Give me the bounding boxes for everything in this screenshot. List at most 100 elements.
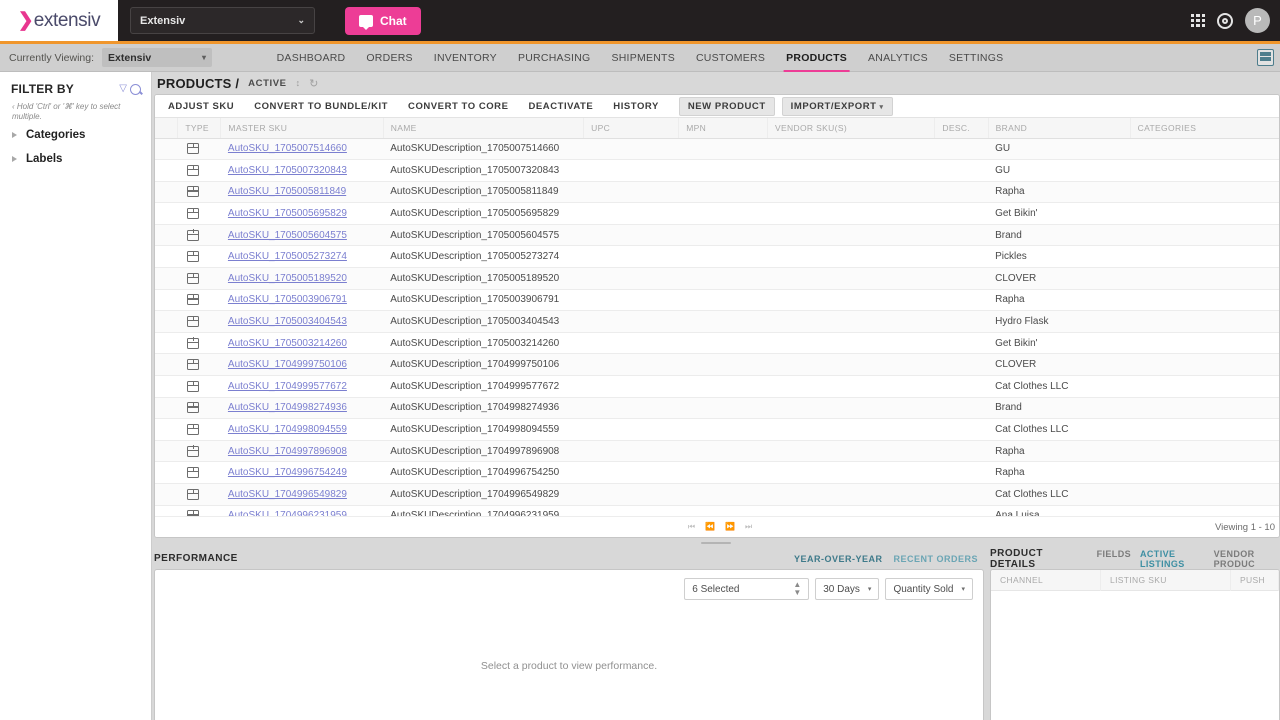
row-checkbox[interactable] [155, 375, 178, 398]
nav-item-analytics[interactable]: ANALYTICS [868, 44, 928, 72]
row-checkbox[interactable] [155, 332, 178, 355]
filter-group-labels[interactable]: Labels [0, 147, 151, 171]
deactivate-button[interactable]: DEACTIVATE [528, 101, 593, 112]
master-sku-link[interactable]: AutoSKU_1705005695829 [228, 208, 347, 219]
products-table-scroll[interactable]: TYPE MASTER SKU NAME UPC MPN VENDOR SKU(… [155, 118, 1279, 516]
cell-master-sku[interactable]: AutoSKU_1704998094559 [220, 418, 384, 441]
tab-vendor-products[interactable]: VENDOR PRODUC [1214, 549, 1280, 569]
nav-item-products[interactable]: PRODUCTS [783, 44, 850, 72]
row-checkbox[interactable] [155, 483, 178, 506]
master-sku-link[interactable]: AutoSKU_1705005189520 [228, 273, 347, 284]
row-checkbox[interactable] [155, 310, 178, 333]
cell-master-sku[interactable]: AutoSKU_1705003404543 [220, 310, 384, 333]
table-row[interactable]: AutoSKU_1705005189520 AutoSKUDescription_… [155, 267, 1279, 290]
history-button[interactable]: HISTORY [613, 101, 659, 112]
date-range-dropdown[interactable]: 30 Days ▾ [815, 578, 880, 600]
cell-master-sku[interactable]: AutoSKU_1704999577672 [220, 375, 384, 398]
new-product-button[interactable]: NEW PRODUCT [678, 96, 775, 116]
master-sku-link[interactable]: AutoSKU_1705003404543 [228, 316, 347, 327]
row-checkbox[interactable] [155, 267, 178, 290]
table-row[interactable]: AutoSKU_1705005811849 AutoSKUDescription_… [155, 181, 1279, 204]
prev-page-button[interactable]: ⏪ [705, 522, 715, 532]
cell-master-sku[interactable]: AutoSKU_1704996754249 [220, 461, 384, 484]
table-row[interactable]: AutoSKU_1705007320843 AutoSKUDescription_… [155, 159, 1279, 182]
cell-master-sku[interactable]: AutoSKU_1704999750106 [220, 353, 384, 377]
chat-button[interactable]: Chat [345, 6, 421, 35]
table-row[interactable]: AutoSKU_1704996231959 AutoSKUDescription_… [155, 505, 1279, 516]
row-checkbox[interactable] [155, 159, 178, 182]
tab-active-listings[interactable]: ACTIVE LISTINGS [1140, 549, 1205, 569]
currently-viewing-dropdown[interactable]: Extensiv ▾ [102, 48, 213, 67]
master-sku-link[interactable]: AutoSKU_1704996754249 [228, 467, 347, 478]
extensiv-logo[interactable]: ❯ extensiv [0, 0, 118, 41]
master-sku-link[interactable]: AutoSKU_1704996549829 [228, 489, 347, 500]
table-row[interactable]: AutoSKU_1705005273274 AutoSKUDescription_… [155, 245, 1279, 269]
table-row[interactable]: AutoSKU_1704998094559 AutoSKUDescription_… [155, 418, 1279, 441]
calculator-icon[interactable] [1257, 49, 1274, 66]
table-row[interactable]: AutoSKU_1704999750106 AutoSKUDescription_… [155, 353, 1279, 377]
cell-master-sku[interactable]: AutoSKU_1704996231959 [220, 505, 384, 516]
help-support-icon[interactable] [1217, 12, 1233, 29]
row-checkbox[interactable] [155, 289, 178, 312]
cell-master-sku[interactable]: AutoSKU_1705003214260 [220, 332, 384, 355]
row-checkbox[interactable] [155, 138, 178, 161]
collapse-all-icon[interactable]: ▽ [119, 84, 127, 94]
tab-year-over-year[interactable]: YEAR-OVER-YEAR [794, 554, 883, 564]
table-row[interactable]: AutoSKU_1704998274936 AutoSKUDescription_… [155, 397, 1279, 420]
col-type[interactable]: TYPE [177, 118, 222, 139]
row-checkbox[interactable] [155, 397, 178, 420]
cell-master-sku[interactable]: AutoSKU_1705005189520 [220, 267, 384, 290]
product-select-dropdown[interactable]: 6 Selected ▲ ▼ [684, 578, 810, 600]
table-row[interactable]: AutoSKU_1704999577672 AutoSKUDescription_… [155, 375, 1279, 398]
convert-to-bundle-kit-button[interactable]: CONVERT TO BUNDLE/KIT [254, 101, 388, 112]
table-row[interactable]: AutoSKU_1704996754249 AutoSKUDescription_… [155, 461, 1279, 484]
master-sku-link[interactable]: AutoSKU_1705007514660 [228, 143, 347, 154]
master-sku-link[interactable]: AutoSKU_1704999750106 [228, 359, 347, 370]
convert-to-core-button[interactable]: CONVERT TO CORE [408, 101, 508, 112]
cell-master-sku[interactable]: AutoSKU_1704996549829 [220, 483, 384, 506]
avatar[interactable]: P [1245, 8, 1270, 33]
row-checkbox[interactable] [155, 440, 178, 463]
nav-item-shipments[interactable]: SHIPMENTS [611, 44, 675, 72]
table-row[interactable]: AutoSKU_1704996549829 AutoSKUDescription_… [155, 483, 1279, 506]
row-checkbox[interactable] [155, 245, 178, 269]
table-row[interactable]: AutoSKU_1705003906791 AutoSKUDescription_… [155, 289, 1279, 312]
table-row[interactable]: AutoSKU_1704997896908 AutoSKUDescription_… [155, 440, 1279, 463]
cell-master-sku[interactable]: AutoSKU_1705005604575 [220, 224, 384, 247]
refresh-icon[interactable]: ↻ [309, 77, 318, 90]
master-sku-link[interactable]: AutoSKU_1704997896908 [228, 446, 347, 457]
table-row[interactable]: AutoSKU_1705007514660 AutoSKUDescription_… [155, 138, 1279, 161]
master-sku-link[interactable]: AutoSKU_1705007320843 [228, 165, 347, 176]
row-checkbox[interactable] [155, 181, 178, 204]
master-sku-link[interactable]: AutoSKU_1705005273274 [228, 251, 347, 262]
tab-recent-orders[interactable]: RECENT ORDERS [893, 554, 978, 564]
adjust-sku-button[interactable]: ADJUST SKU [168, 101, 234, 112]
app-grid-icon[interactable] [1191, 13, 1205, 28]
cell-master-sku[interactable]: AutoSKU_1704998274936 [220, 397, 384, 420]
nav-item-orders[interactable]: ORDERS [366, 44, 412, 72]
last-page-button[interactable]: ⏭ [745, 522, 752, 532]
cell-master-sku[interactable]: AutoSKU_1705005811849 [220, 181, 384, 204]
col-select-all[interactable] [155, 118, 179, 139]
col-mpn[interactable]: MPN [678, 118, 768, 139]
cell-master-sku[interactable]: AutoSKU_1705007320843 [220, 159, 384, 182]
col-master-sku[interactable]: MASTER SKU [220, 118, 384, 139]
master-sku-link[interactable]: AutoSKU_1705003906791 [228, 294, 347, 305]
next-page-button[interactable]: ⏩ [725, 522, 735, 532]
filter-group-categories[interactable]: Categories [0, 123, 151, 147]
nav-item-inventory[interactable]: INVENTORY [434, 44, 497, 72]
col-desc[interactable]: DESC. [934, 118, 989, 139]
cell-master-sku[interactable]: AutoSKU_1704997896908 [220, 440, 384, 463]
nav-item-purchasing[interactable]: PURCHASING [518, 44, 591, 72]
row-checkbox[interactable] [155, 224, 178, 247]
master-sku-link[interactable]: AutoSKU_1704998094559 [228, 424, 347, 435]
tab-fields[interactable]: FIELDS [1097, 549, 1131, 569]
org-switcher-dropdown[interactable]: Extensiv ⌄ [130, 7, 315, 34]
panel-resize-grip[interactable] [152, 538, 1280, 548]
first-page-button[interactable]: ⏮ [688, 522, 695, 532]
cell-master-sku[interactable]: AutoSKU_1705005695829 [220, 202, 384, 225]
sort-icon[interactable]: ↕ [296, 78, 301, 88]
nav-item-settings[interactable]: SETTINGS [949, 44, 1004, 72]
table-row[interactable]: AutoSKU_1705003214260 AutoSKUDescription_… [155, 332, 1279, 355]
col-vendor-sku[interactable]: VENDOR SKU(S) [767, 118, 936, 139]
